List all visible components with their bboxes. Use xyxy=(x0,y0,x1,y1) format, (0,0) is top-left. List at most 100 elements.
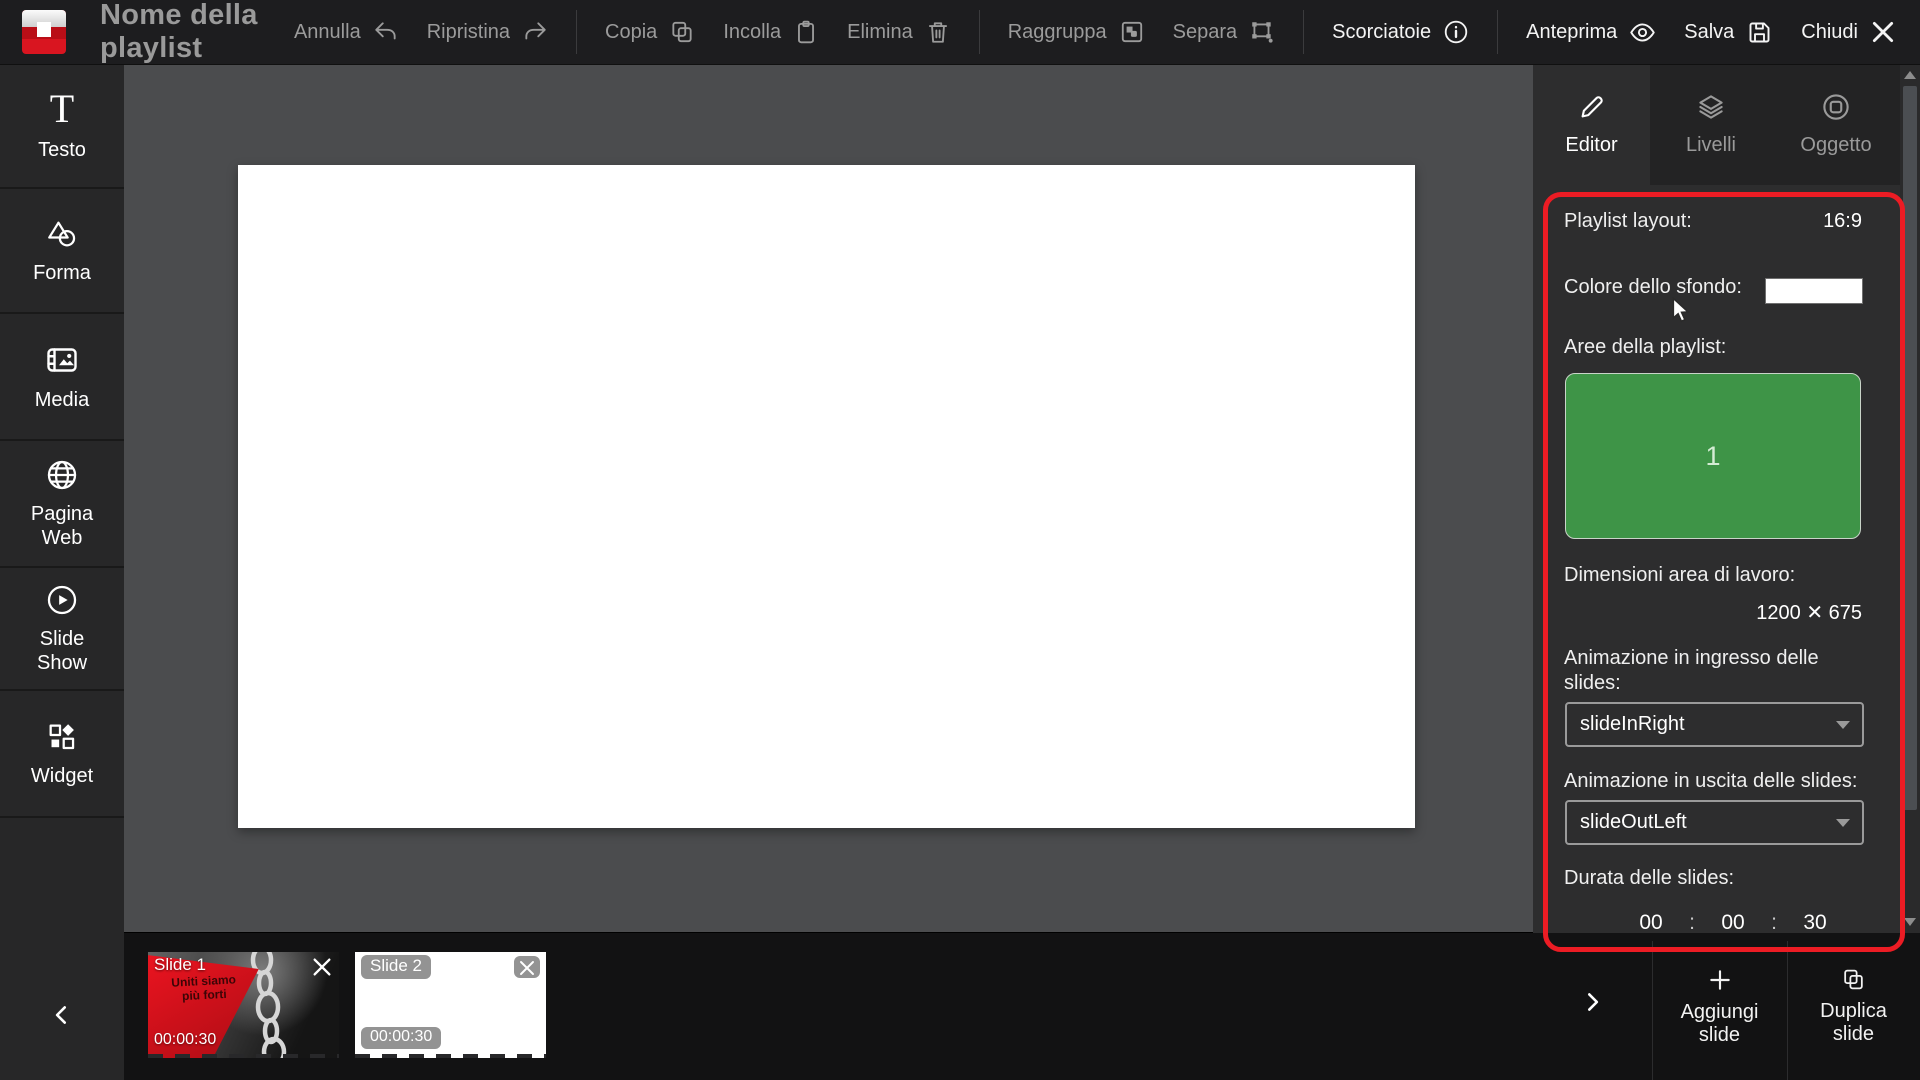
slide-out-animation-select[interactable]: slideOutLeft xyxy=(1565,800,1864,845)
sidebar-item-label: Pagina Web xyxy=(12,502,112,550)
slide-in-animation-label: Animazione in ingresso delle slides: xyxy=(1564,646,1849,696)
sidebar-item-forma[interactable]: Forma xyxy=(0,189,124,314)
slide-duration-label: Durata delle slides: xyxy=(1564,867,1734,890)
scrollbar-thumb[interactable] xyxy=(1903,86,1917,810)
playlist-area-label: Aree della playlist: xyxy=(1564,336,1726,359)
ungroup-icon xyxy=(1249,19,1275,45)
redo-button[interactable]: Ripristina xyxy=(427,19,548,45)
play-circle-icon xyxy=(45,583,79,617)
playlist-area-zone[interactable]: 1 xyxy=(1565,373,1861,539)
playlist-editor-app: Nome della playlist Annulla Ripristina C… xyxy=(0,0,1920,1080)
sidebar-item-pagina-web[interactable]: Pagina Web xyxy=(0,441,124,568)
toolbar-separator xyxy=(1497,10,1498,54)
background-color-swatch[interactable] xyxy=(1765,278,1863,304)
close-icon xyxy=(518,959,536,977)
slides-scroll-left-button[interactable] xyxy=(0,1002,124,1028)
shape-icon xyxy=(45,217,79,251)
sidebar-item-media[interactable]: Media xyxy=(0,314,124,441)
slide-duration-inputs: 00 : 00 : 30 xyxy=(1564,913,1862,933)
duration-hours-input[interactable]: 00 xyxy=(1628,913,1674,933)
duration-separator: : xyxy=(1674,913,1710,933)
slide-duration-badge: 00:00:30 xyxy=(154,1031,216,1049)
undo-button[interactable]: Annulla xyxy=(294,19,399,45)
paste-icon xyxy=(793,19,819,45)
tools-sidebar: T Testo Forma Media Pagina Web Slide Sho… xyxy=(0,64,124,1080)
panel-properties: Playlist layout: 16:9 Colore dello sfond… xyxy=(1564,64,1862,933)
paste-button[interactable]: Incolla xyxy=(723,19,819,45)
sidebar-item-label: Media xyxy=(12,388,112,412)
duplicate-slide-button[interactable]: Duplica slide xyxy=(1787,933,1920,1080)
ungroup-label: Separa xyxy=(1173,21,1238,44)
top-bar: Nome della playlist Annulla Ripristina C… xyxy=(0,0,1920,65)
duration-seconds-input[interactable]: 30 xyxy=(1792,913,1838,933)
panel-scrollbar[interactable] xyxy=(1900,64,1920,933)
duplicate-slide-label: Duplica slide xyxy=(1799,1000,1909,1046)
slide1-caption: Uniti siamo più forti xyxy=(149,971,258,1005)
ungroup-button[interactable]: Separa xyxy=(1173,19,1276,45)
app-logo xyxy=(22,10,66,54)
scroll-down-icon[interactable] xyxy=(1904,918,1916,926)
delete-slide-button[interactable] xyxy=(311,956,333,978)
redo-label: Ripristina xyxy=(427,21,510,44)
slides-strip: Uniti siamo più forti Slide 1 00:00:30 S… xyxy=(124,932,1920,1080)
delete-button[interactable]: Elimina xyxy=(847,19,951,45)
slide-name: Slide 2 xyxy=(361,955,431,979)
workspace-size-value: 1200 ✕ 675 xyxy=(1564,600,1862,625)
slide-canvas[interactable] xyxy=(238,165,1415,828)
playlist-title: Nome della playlist xyxy=(100,0,294,65)
info-icon xyxy=(1443,19,1469,45)
widget-icon xyxy=(45,720,79,754)
sidebar-item-label: Forma xyxy=(12,261,112,285)
save-icon xyxy=(1746,19,1773,46)
slide-duration-badge: 00:00:30 xyxy=(361,1027,441,1049)
save-label: Salva xyxy=(1684,21,1734,44)
globe-icon xyxy=(45,458,79,492)
save-button[interactable]: Salva xyxy=(1684,19,1773,46)
slides-scroll-right-button[interactable] xyxy=(1579,989,1605,1015)
copy-icon xyxy=(669,19,695,45)
background-color-label: Colore dello sfondo: xyxy=(1564,276,1742,299)
close-button[interactable]: Chiudi xyxy=(1801,19,1896,45)
playlist-layout-label: Playlist layout: xyxy=(1564,210,1692,233)
duration-minutes-input[interactable]: 00 xyxy=(1710,913,1756,933)
slide-thumbnail-1[interactable]: Uniti siamo più forti Slide 1 00:00:30 xyxy=(148,952,339,1058)
slide-in-animation-select[interactable]: slideInRight xyxy=(1565,702,1864,747)
sidebar-item-widget[interactable]: Widget xyxy=(0,691,124,818)
editor-workspace xyxy=(124,64,1533,933)
preview-label: Anteprima xyxy=(1526,21,1617,44)
undo-label: Annulla xyxy=(294,21,361,44)
delete-slide-button[interactable] xyxy=(514,956,540,978)
toolbar-separator xyxy=(1303,10,1304,54)
close-icon xyxy=(1870,19,1896,45)
preview-button[interactable]: Anteprima xyxy=(1526,19,1656,46)
duration-separator: : xyxy=(1756,913,1792,933)
toolbar: Annulla Ripristina Copia Incolla Elimina xyxy=(294,10,1920,54)
chevron-right-icon xyxy=(1579,989,1605,1015)
sidebar-item-label: Testo xyxy=(12,138,112,162)
add-slide-label: Aggiungi slide xyxy=(1665,1001,1775,1047)
copy-label: Copia xyxy=(605,21,657,44)
slide-in-animation-value: slideInRight xyxy=(1580,713,1685,736)
sidebar-item-slide-show[interactable]: Slide Show xyxy=(0,568,124,691)
scroll-up-icon[interactable] xyxy=(1904,71,1916,79)
playlist-layout-row: Playlist layout: 16:9 xyxy=(1564,210,1862,233)
undo-icon xyxy=(373,19,399,45)
logo-shape xyxy=(37,22,51,37)
toolbar-separator xyxy=(979,10,980,54)
add-slide-button[interactable]: Aggiungi slide xyxy=(1652,933,1787,1080)
shortcuts-button[interactable]: Scorciatoie xyxy=(1332,19,1469,45)
redo-icon xyxy=(522,19,548,45)
slide-out-animation-label: Animazione in uscita delle slides: xyxy=(1564,770,1858,793)
toolbar-separator xyxy=(576,10,577,54)
sidebar-item-label: Slide Show xyxy=(12,627,112,675)
chevron-left-icon xyxy=(49,1002,75,1028)
paste-label: Incolla xyxy=(723,21,781,44)
duplicate-icon xyxy=(1841,967,1866,992)
playlist-layout-value: 16:9 xyxy=(1823,210,1862,233)
sidebar-item-testo[interactable]: T Testo xyxy=(0,64,124,189)
properties-panel: Editor Livelli Oggetto Playlist layout: … xyxy=(1533,64,1920,933)
slide-thumbnail-2[interactable]: Slide 2 00:00:30 xyxy=(355,952,546,1058)
copy-button[interactable]: Copia xyxy=(605,19,695,45)
group-button[interactable]: Raggruppa xyxy=(1008,19,1145,45)
group-label: Raggruppa xyxy=(1008,21,1107,44)
